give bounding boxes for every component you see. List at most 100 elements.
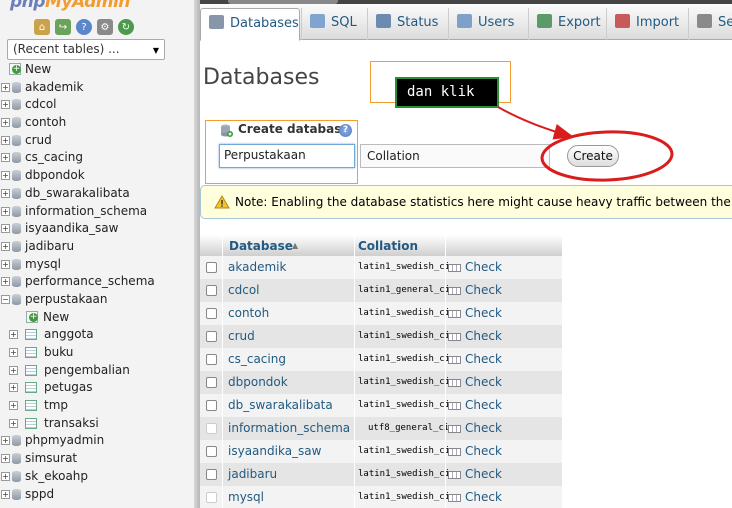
tree-db-db_swarakalibata[interactable]: + db_swarakalibata <box>0 185 194 203</box>
expand-icon[interactable]: + <box>1 471 10 481</box>
row-checkbox[interactable] <box>206 285 217 296</box>
expand-icon[interactable]: + <box>1 153 10 163</box>
tab-databases[interactable]: Databases <box>200 8 300 41</box>
privileges-icon[interactable] <box>448 264 461 272</box>
expand-icon[interactable]: + <box>1 171 10 181</box>
expand-icon[interactable]: + <box>1 454 10 464</box>
tree-table-petugas[interactable]: + petugas <box>0 379 194 397</box>
expand-icon[interactable]: + <box>1 188 10 198</box>
database-name-link[interactable]: crud <box>228 325 255 348</box>
privileges-icon[interactable] <box>448 448 461 456</box>
tree-db-contoh[interactable]: + contoh <box>0 114 194 132</box>
phpmyadmin-logo[interactable]: phpMyAdmin <box>10 0 130 12</box>
expand-icon[interactable]: + <box>1 82 10 92</box>
row-checkbox[interactable] <box>206 262 217 273</box>
database-name-link[interactable]: jadibaru <box>228 463 277 486</box>
database-name-link[interactable]: cdcol <box>228 279 260 302</box>
tab-se[interactable]: Se <box>688 8 732 40</box>
database-name-link[interactable]: mysql <box>228 486 264 508</box>
expand-icon[interactable]: + <box>1 241 10 251</box>
expand-icon[interactable]: + <box>1 224 10 234</box>
privileges-icon[interactable] <box>448 310 461 318</box>
tab-users[interactable]: Users <box>448 8 528 40</box>
tab-sql[interactable]: SQL <box>301 8 367 40</box>
tab-import[interactable]: Import <box>606 8 688 40</box>
row-checkbox[interactable] <box>206 469 217 480</box>
row-checkbox[interactable] <box>206 400 217 411</box>
privileges-icon[interactable] <box>448 471 461 479</box>
help-docs-icon[interactable]: ? <box>76 19 92 35</box>
tree-db-information_schema[interactable]: + information_schema <box>0 203 194 221</box>
tree-db-isyaandika_saw[interactable]: + isyaandika_saw <box>0 220 194 238</box>
privileges-icon[interactable] <box>448 356 461 364</box>
database-column-header[interactable]: Database <box>229 235 293 257</box>
tree-db-mysql[interactable]: + mysql <box>0 256 194 274</box>
tree-db-dbpondok[interactable]: + dbpondok <box>0 167 194 185</box>
tree-db-cdcol[interactable]: + cdcol <box>0 96 194 114</box>
tree-table-tmp[interactable]: + tmp <box>0 397 194 415</box>
expand-icon[interactable]: + <box>9 383 18 393</box>
tree-db-sppd[interactable]: + sppd <box>0 486 194 504</box>
privileges-icon[interactable] <box>448 287 461 295</box>
tree-new[interactable]: New <box>0 309 194 327</box>
database-name-link[interactable]: db_swarakalibata <box>228 394 333 417</box>
expand-icon[interactable]: + <box>9 418 18 428</box>
tab-status[interactable]: Status <box>367 8 448 40</box>
expand-icon[interactable]: + <box>9 401 18 411</box>
privileges-icon[interactable] <box>448 494 461 502</box>
collation-value: latin1_swedish_ci <box>358 469 451 479</box>
privileges-icon[interactable] <box>448 379 461 387</box>
database-name-link[interactable]: information_schema <box>228 417 350 440</box>
database-name-link[interactable]: isyaandika_saw <box>228 440 321 463</box>
row-checkbox[interactable] <box>206 377 217 388</box>
tree-new[interactable]: New <box>0 61 194 79</box>
tree-db-phpmyadmin[interactable]: + phpmyadmin <box>0 432 194 450</box>
expand-icon[interactable]: + <box>1 277 10 287</box>
expand-icon[interactable]: + <box>1 206 10 216</box>
database-name-link[interactable]: akademik <box>228 256 286 279</box>
check-privileges-link[interactable]: Check Privileges <box>465 486 562 508</box>
tree-db-perpustakaan[interactable]: − perpustakaan <box>0 291 194 309</box>
tree-table-buku[interactable]: + buku <box>0 344 194 362</box>
expand-icon[interactable]: + <box>1 118 10 128</box>
expand-icon[interactable]: + <box>9 348 18 357</box>
database-name-link[interactable]: contoh <box>228 302 269 325</box>
row-checkbox[interactable] <box>206 354 217 365</box>
expand-icon[interactable]: + <box>9 365 18 375</box>
privileges-icon[interactable] <box>448 333 461 341</box>
expand-icon[interactable]: + <box>1 436 10 446</box>
expand-icon[interactable]: + <box>9 330 18 340</box>
database-name-input[interactable]: Perpustakaan <box>219 144 355 168</box>
expand-icon[interactable]: + <box>1 100 10 110</box>
tree-db-performance_schema[interactable]: + performance_schema <box>0 273 194 291</box>
tab-export[interactable]: Export <box>528 8 606 40</box>
exit-icon[interactable]: ↪ <box>55 19 71 35</box>
tree-db-crud[interactable]: + crud <box>0 132 194 150</box>
settings-icon[interactable]: ⚙ <box>97 19 113 35</box>
collapse-icon[interactable]: − <box>1 294 10 304</box>
tree-db-sk_ekoahp[interactable]: + sk_ekoahp <box>0 468 194 486</box>
database-name-link[interactable]: cs_cacing <box>228 348 286 371</box>
privileges-icon[interactable] <box>448 425 461 433</box>
row-checkbox[interactable] <box>206 308 217 319</box>
tree-db-akademik[interactable]: + akademik <box>0 79 194 97</box>
tree-db-simsurat[interactable]: + simsurat <box>0 450 194 468</box>
expand-icon[interactable]: + <box>1 135 10 145</box>
privileges-icon[interactable] <box>448 402 461 410</box>
collation-select[interactable]: Collation <box>360 144 550 168</box>
tree-db-jadibaru[interactable]: + jadibaru <box>0 238 194 256</box>
expand-icon[interactable]: + <box>1 259 10 269</box>
tree-table-pengembalian[interactable]: + pengembalian <box>0 362 194 380</box>
home-icon[interactable]: ⌂ <box>34 19 50 35</box>
reload-icon[interactable]: ↻ <box>118 19 134 35</box>
recent-tables-select[interactable]: (Recent tables) ... ▼ <box>7 39 165 60</box>
row-checkbox[interactable] <box>206 331 217 342</box>
help-icon[interactable]: ? <box>339 124 352 137</box>
expand-icon[interactable]: + <box>1 489 10 499</box>
row-checkbox[interactable] <box>206 446 217 457</box>
create-button[interactable]: Create <box>567 145 619 167</box>
database-name-link[interactable]: dbpondok <box>228 371 288 394</box>
tree-table-anggota[interactable]: + anggota <box>0 326 194 344</box>
tree-db-cs_cacing[interactable]: + cs_cacing <box>0 149 194 167</box>
tree-table-transaksi[interactable]: + transaksi <box>0 415 194 433</box>
